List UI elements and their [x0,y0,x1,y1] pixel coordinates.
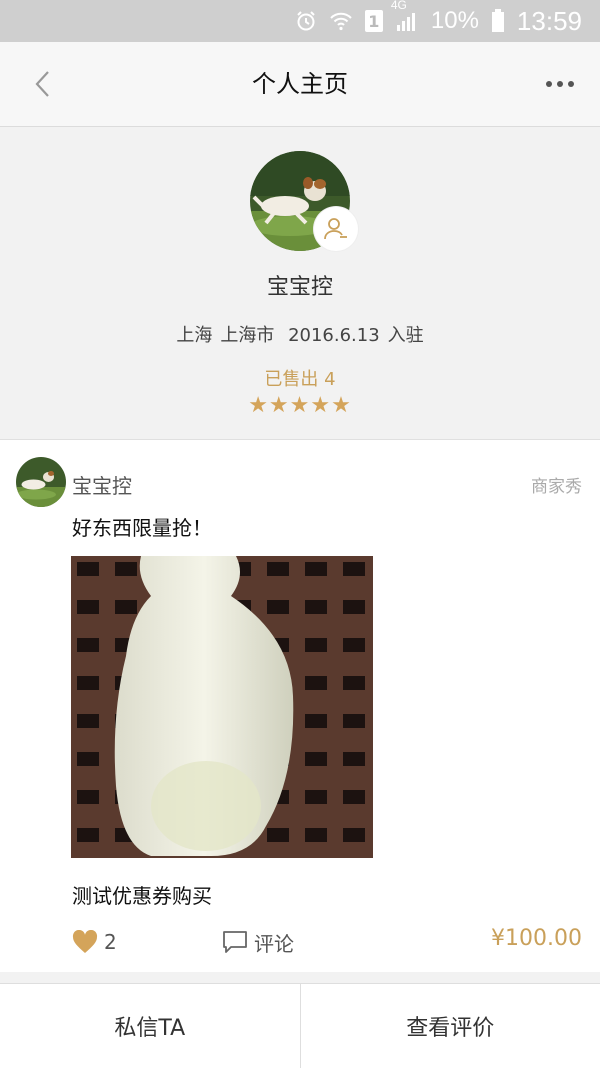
profile-name: 宝宝控 [0,269,600,301]
more-dots-icon [545,80,575,88]
post-image[interactable] [71,556,373,858]
item-title: 测试优惠券购买 [72,880,212,909]
rating-stars: ★★★★★ [0,393,600,418]
comment-label: 评论 [254,928,294,957]
follow-button[interactable] [314,207,358,251]
profile-joined-date: 2016.6.13 [288,325,380,346]
post-card[interactable]: 宝宝控 商家秀 好东西限量抢！ 测试优惠券购买 2 [0,440,600,972]
signal-icon: 4G [395,10,419,32]
bottom-action-bar: 私信TA 查看评价 [0,983,600,1068]
profile-city: 上海市 [220,325,274,346]
dog-photo-small [16,457,66,507]
clock: 13:59 [517,6,582,37]
battery-percent: 10% [431,7,479,35]
item-price: ¥100.00 [491,926,582,951]
like-button[interactable]: 2 [72,924,117,960]
post-text: 好东西限量抢！ [72,512,212,541]
message-button[interactable]: 私信TA [0,984,300,1068]
status-icons: 1 4G 10% 13:59 [295,0,582,42]
more-button[interactable] [542,70,578,98]
profile-joined-suffix: 入驻 [388,325,424,346]
comment-button[interactable]: 评论 [222,924,294,960]
alarm-icon [295,10,317,32]
post-author-name[interactable]: 宝宝控 [72,470,132,499]
post-actions: 2 评论 ¥100.00 [0,924,600,960]
profile-section: 宝宝控 上海上海市 2016.6.13 入驻 已售出 4 ★★★★★ [0,127,600,440]
sold-count: 已售出 4 [0,365,600,391]
nav-header: 个人主页 [0,42,600,127]
heart-icon [72,930,98,954]
view-reviews-button[interactable]: 查看评价 [301,984,600,1068]
comment-icon [222,930,248,954]
battery-icon [491,9,505,33]
user-minus-icon [323,216,349,242]
status-bar: 1 4G 10% 13:59 [0,0,600,42]
jade-bottle-photo [71,556,373,858]
wifi-icon [329,11,353,31]
sim-icon: 1 [365,10,383,32]
profile-location-joined: 上海上海市 2016.6.13 入驻 [0,321,600,347]
network-type: 4G [391,0,407,12]
profile-province: 上海 [176,325,212,346]
post-author-avatar[interactable] [16,457,66,507]
page-title: 个人主页 [0,42,600,126]
post-tag: 商家秀 [531,472,582,497]
like-count: 2 [104,930,117,954]
